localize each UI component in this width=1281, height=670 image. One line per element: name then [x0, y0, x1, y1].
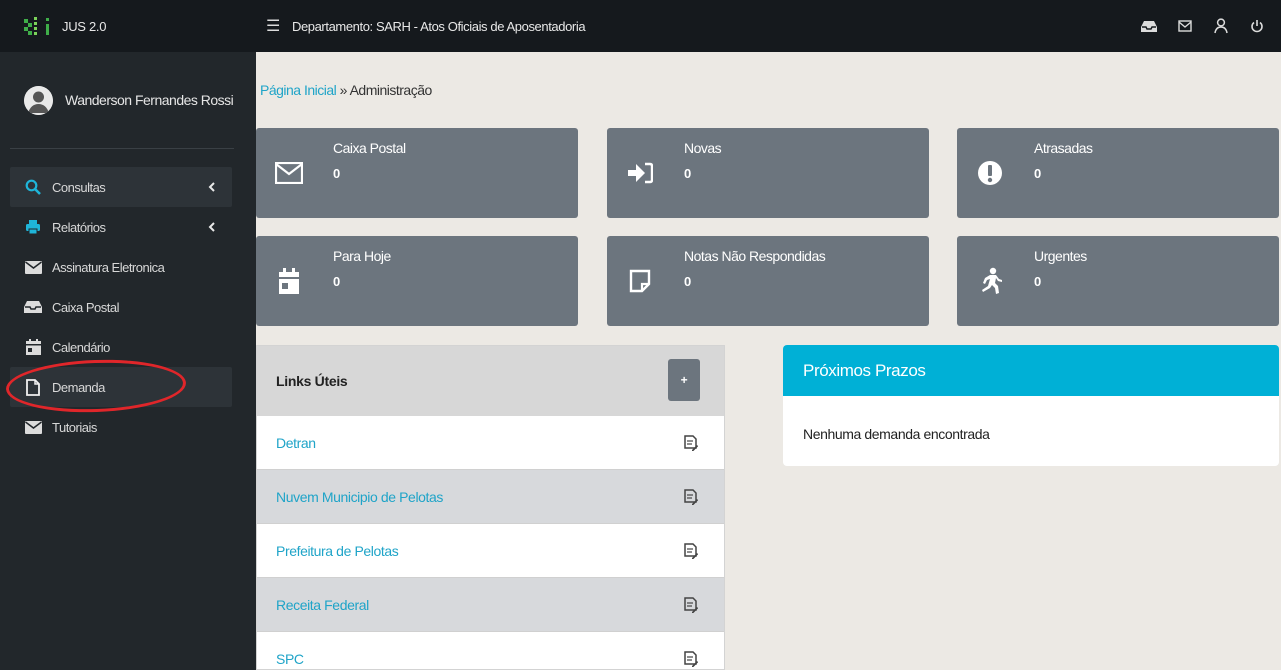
card-title: Urgentes: [1034, 248, 1087, 264]
envelope-icon[interactable]: [1173, 14, 1197, 38]
sidebar-item-assinatura-eletronica[interactable]: Assinatura Eletronica: [10, 247, 232, 287]
card-novas[interactable]: Novas 0: [607, 128, 929, 218]
user-name: Wanderson Fernandes Rossi: [65, 92, 234, 108]
document-icon: [24, 378, 42, 396]
proximos-prazos-panel: Próximos Prazos Nenhuma demanda encontra…: [783, 345, 1279, 466]
edit-document-icon[interactable]: [684, 597, 699, 614]
card-notas-nao-respondidas[interactable]: Notas Não Respondidas 0: [607, 236, 929, 326]
department-header: ☰ Departamento: SARH - Atos Oficiais de …: [256, 16, 586, 36]
avatar: [24, 85, 53, 115]
edit-document-icon[interactable]: [684, 651, 699, 668]
sidebar-item-tutoriais[interactable]: Tutoriais: [10, 407, 232, 447]
sidebar-item-label: Assinatura Eletronica: [52, 259, 165, 275]
sidebar-item-label: Tutoriais: [52, 419, 97, 435]
link-label[interactable]: Detran: [276, 435, 316, 451]
links-panel: Links Úteis + Detran Nuvem Municipio de …: [256, 345, 725, 670]
top-bar: JUS 2.0 ☰ Departamento: SARH - Atos Ofic…: [0, 0, 1281, 52]
sidebar-item-label: Consultas: [52, 179, 106, 195]
calendar-icon: [24, 338, 42, 356]
search-icon: [24, 178, 42, 196]
edit-document-icon[interactable]: [684, 543, 699, 560]
jus-logo-icon: [24, 14, 52, 38]
card-value: 0: [333, 166, 341, 181]
power-icon[interactable]: [1245, 14, 1269, 38]
prazos-header: Próximos Prazos: [783, 345, 1279, 396]
breadcrumb-current: Administração: [349, 82, 433, 98]
sidebar-item-demanda[interactable]: Demanda: [10, 367, 232, 407]
card-title: Caixa Postal: [333, 140, 406, 156]
envelope-icon: [24, 418, 42, 436]
card-value: 0: [1034, 274, 1042, 289]
list-item[interactable]: Prefeitura de Pelotas: [257, 524, 724, 578]
prazos-empty-message: Nenhuma demanda encontrada: [803, 426, 990, 442]
card-value: 0: [684, 274, 692, 289]
printer-icon: [24, 218, 42, 236]
list-item[interactable]: Receita Federal: [257, 578, 724, 632]
breadcrumb-home-link[interactable]: Página Inicial: [260, 82, 337, 98]
card-title: Para Hoje: [333, 248, 391, 264]
card-title: Atrasadas: [1034, 140, 1093, 156]
sign-in-icon: [625, 158, 655, 188]
sidebar-item-caixa-postal[interactable]: Caixa Postal: [10, 287, 232, 327]
sidebar-item-label: Caixa Postal: [52, 299, 119, 315]
inbox-icon[interactable]: [1137, 14, 1161, 38]
add-link-button[interactable]: +: [668, 359, 700, 401]
link-label[interactable]: Receita Federal: [276, 597, 369, 613]
edit-document-icon[interactable]: [684, 435, 699, 452]
card-urgentes[interactable]: Urgentes 0: [957, 236, 1279, 326]
card-title: Notas Não Respondidas: [684, 248, 826, 264]
chevron-left-icon: [206, 180, 220, 194]
sidebar-item-label: Relatórios: [52, 219, 106, 235]
department-title: Departamento: SARH - Atos Oficiais de Ap…: [291, 18, 586, 34]
running-icon: [975, 266, 1005, 296]
breadcrumb: Página Inicial » Administração: [260, 82, 432, 98]
sidebar-menu: Consultas Relatórios Assinatura Eletroni…: [0, 167, 256, 447]
card-title: Novas: [684, 140, 722, 156]
hamburger-menu-icon[interactable]: ☰: [266, 16, 280, 36]
link-label[interactable]: Prefeitura de Pelotas: [276, 543, 399, 559]
sidebar: Wanderson Fernandes Rossi Consultas Rela…: [0, 52, 256, 670]
sidebar-item-calendario[interactable]: Calendário: [10, 327, 232, 367]
card-value: 0: [684, 166, 692, 181]
calendar-icon: [274, 266, 304, 296]
inbox-icon: [24, 298, 42, 316]
links-title: Links Úteis: [276, 373, 348, 389]
sidebar-divider: [10, 148, 234, 149]
list-item[interactable]: Detran: [257, 416, 724, 470]
card-para-hoje[interactable]: Para Hoje 0: [256, 236, 578, 326]
exclamation-icon: [975, 158, 1005, 188]
user-panel[interactable]: Wanderson Fernandes Rossi: [0, 52, 256, 148]
links-header: Links Úteis +: [257, 346, 724, 416]
user-icon[interactable]: [1209, 14, 1233, 38]
sidebar-item-relatorios[interactable]: Relatórios: [10, 207, 232, 247]
card-atrasadas[interactable]: Atrasadas 0: [957, 128, 1279, 218]
sidebar-item-label: Demanda: [52, 379, 105, 395]
card-value: 0: [333, 274, 341, 289]
envelope-icon: [24, 258, 42, 276]
list-item[interactable]: SPC: [257, 632, 724, 669]
link-label[interactable]: Nuvem Municipio de Pelotas: [276, 489, 443, 505]
top-icons: [1137, 0, 1269, 52]
card-value: 0: [1034, 166, 1042, 181]
brand[interactable]: JUS 2.0: [0, 0, 256, 52]
app-title: JUS 2.0: [62, 18, 107, 34]
card-caixa-postal[interactable]: Caixa Postal 0: [256, 128, 578, 218]
link-label[interactable]: SPC: [276, 651, 304, 667]
edit-document-icon[interactable]: [684, 489, 699, 506]
sticky-note-icon: [625, 266, 655, 296]
main-content: Página Inicial » Administração Caixa Pos…: [256, 52, 1281, 670]
sidebar-item-consultas[interactable]: Consultas: [10, 167, 232, 207]
chevron-left-icon: [206, 220, 220, 234]
envelope-icon: [274, 158, 304, 188]
list-item[interactable]: Nuvem Municipio de Pelotas: [257, 470, 724, 524]
breadcrumb-separator: »: [336, 82, 350, 98]
sidebar-item-label: Calendário: [52, 339, 110, 355]
